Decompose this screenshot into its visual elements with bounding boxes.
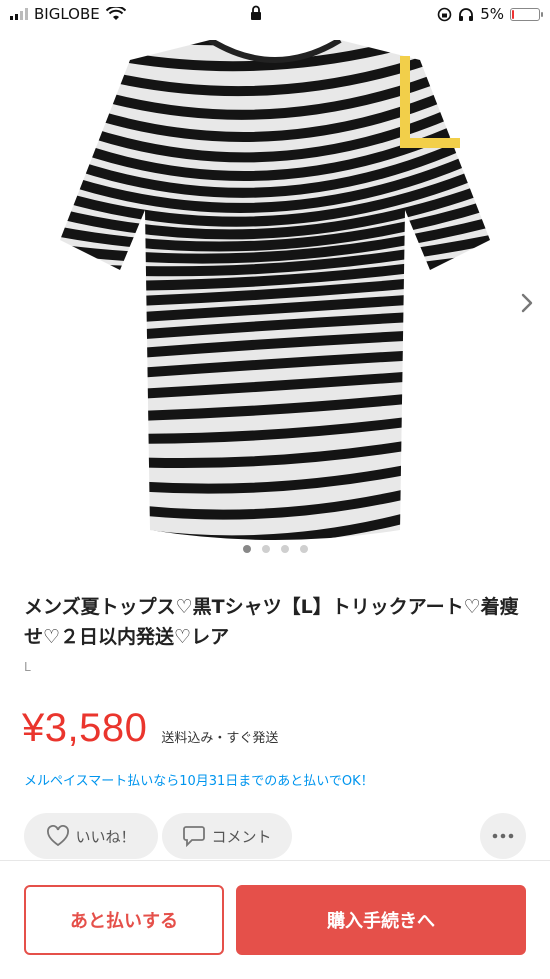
lock-icon — [250, 5, 262, 25]
rotation-lock-icon — [437, 7, 452, 21]
pay-later-button[interactable]: あと払いする — [24, 885, 224, 955]
heart-icon — [47, 825, 70, 847]
chevron-left-icon — [22, 52, 36, 78]
purchase-button[interactable]: 購入手続きへ — [236, 885, 526, 955]
merpay-link[interactable]: メルペイスマート払いなら10月31日までのあと払いでOK！ — [24, 770, 374, 789]
headphones-icon — [459, 7, 474, 21]
purchase-footer: あと払いする 購入手続きへ — [0, 860, 550, 979]
comment-icon — [183, 826, 206, 847]
price-row: ¥3,580 送料込み・すぐ発送 — [22, 706, 278, 750]
signal-icon — [10, 8, 28, 20]
wifi-icon — [105, 7, 126, 20]
item-title: メンズ夏トップス♡黒Tシャツ【L】トリックアート♡着痩せ♡２日以内発送♡レア — [24, 596, 519, 648]
comment-label: コメント — [211, 827, 272, 846]
chevron-right-icon — [521, 293, 533, 313]
carousel-dot[interactable] — [261, 545, 270, 553]
item-size: L — [24, 660, 31, 674]
like-label: いいね！ — [75, 827, 136, 846]
size-mark — [400, 56, 460, 148]
item-price: ¥3,580 — [22, 706, 148, 750]
shipping-note: 送料込み・すぐ発送 — [161, 731, 279, 746]
status-right: 5% — [437, 5, 543, 23]
previous-photo-button[interactable] — [12, 48, 46, 82]
carrier-label: BIGLOBE — [34, 5, 100, 23]
carousel-dot[interactable] — [280, 545, 289, 553]
carousel-dot[interactable] — [299, 545, 308, 553]
comment-button[interactable]: コメント — [162, 813, 292, 859]
more-options-button[interactable] — [480, 813, 526, 859]
next-photo-button[interactable] — [512, 286, 542, 320]
status-left: BIGLOBE — [10, 5, 126, 23]
more-dots-icon — [492, 833, 514, 839]
carousel-indicator — [0, 545, 550, 553]
battery-icon — [510, 7, 543, 21]
carousel-dot[interactable] — [242, 545, 251, 553]
battery-percent: 5% — [480, 5, 504, 23]
status-bar: BIGLOBE 5% — [0, 0, 550, 30]
like-button[interactable]: いいね！ — [24, 813, 158, 859]
product-image-carousel[interactable]: L — [0, 30, 550, 578]
